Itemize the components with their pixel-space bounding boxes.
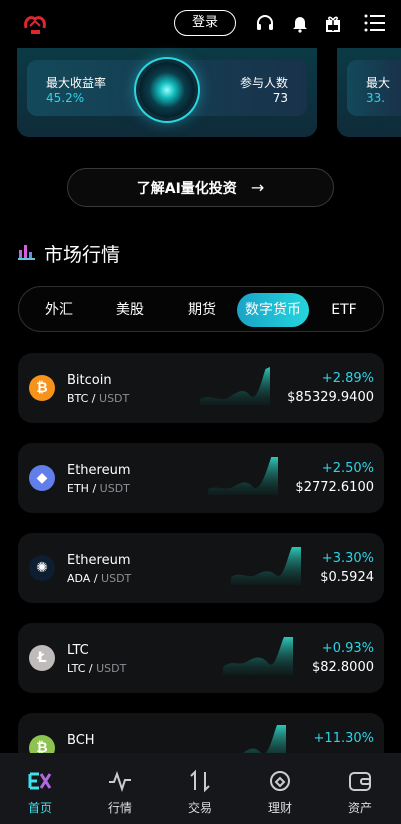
coin-change: +2.89%: [321, 371, 374, 386]
coin-quote: USDT: [96, 662, 127, 675]
arrow-right-icon: →: [250, 178, 265, 197]
ai-quant-card-next[interactable]: 最大 33.: [337, 48, 401, 137]
participants-label: 参与人数: [239, 76, 288, 90]
coin-pair: BTC / USDT: [67, 392, 130, 405]
next-label: 最大: [366, 76, 391, 90]
tab-futures[interactable]: 期货: [167, 293, 237, 327]
nav-assets[interactable]: 资产: [320, 753, 400, 824]
coin-name: LTC: [67, 643, 89, 658]
coin-base: LTC: [67, 662, 86, 675]
ethereum-icon: ◆: [29, 465, 55, 491]
coin-base: BTC: [67, 392, 89, 405]
coin-base: ETH: [67, 482, 89, 495]
nav-label: 首页: [27, 801, 52, 815]
cardano-icon: ✺: [29, 555, 55, 581]
app-logo[interactable]: [22, 12, 48, 36]
nav-label: 理财: [267, 801, 292, 815]
coin-change: +11.30%: [313, 731, 374, 746]
bottom-nav: 首页 行情 交易 理财 资产: [0, 753, 401, 824]
tab-etf[interactable]: ETF: [311, 293, 377, 327]
coin-sparkline: [223, 637, 293, 675]
coin-change: +3.30%: [321, 551, 374, 566]
coin-row[interactable]: ◆ Ethereum ETH / USDT +2.50% $2772.6100: [18, 443, 384, 513]
top-bar: 登录: [0, 0, 401, 48]
coin-name: Ethereum: [67, 463, 131, 478]
coin-name: BCH: [67, 733, 95, 748]
nav-market[interactable]: 行情: [80, 753, 160, 824]
coin-pair: ETH / USDT: [67, 482, 130, 495]
coin-quote: USDT: [99, 482, 130, 495]
coin-row[interactable]: Ł LTC LTC / USDT +0.93% $82.8000: [18, 623, 384, 693]
tab-us-stocks[interactable]: 美股: [95, 293, 165, 327]
learn-ai-label: 了解AI量化投资: [136, 181, 237, 197]
nav-finance[interactable]: 理财: [240, 753, 320, 824]
coin-change: +2.50%: [321, 461, 374, 476]
coin-price: $85329.9400: [287, 390, 374, 405]
max-return-value: 45.2%: [46, 91, 85, 105]
coin-sparkline: [208, 457, 278, 495]
coin-pair: ADA / USDT: [67, 572, 132, 585]
coin-price: $82.8000: [311, 660, 374, 675]
trade-arrows-icon: [190, 769, 210, 793]
learn-ai-button[interactable]: 了解AI量化投资 →: [67, 168, 334, 207]
coin-base: ADA: [67, 572, 91, 585]
nav-label: 行情: [107, 801, 132, 815]
finance-icon: [270, 771, 290, 791]
gift-icon[interactable]: [323, 13, 343, 33]
chart-pulse-icon: [109, 771, 131, 793]
tab-crypto[interactable]: 数字货币: [237, 293, 309, 327]
market-title: 市场行情: [44, 244, 121, 266]
litecoin-icon: Ł: [29, 645, 55, 671]
home-icon: [28, 772, 52, 790]
coin-name: Bitcoin: [67, 373, 112, 388]
max-return-label: 最大收益率: [46, 76, 107, 90]
coin-name: Ethereum: [67, 553, 131, 568]
participants-value: 73: [272, 91, 288, 105]
wallet-icon: [349, 772, 371, 791]
nav-home[interactable]: 首页: [0, 753, 80, 824]
coin-price: $0.5924: [320, 570, 374, 585]
coin-pair: LTC / USDT: [67, 662, 127, 675]
coin-price: $2772.6100: [295, 480, 374, 495]
nav-trade[interactable]: 交易: [160, 753, 240, 824]
coin-quote: USDT: [99, 392, 130, 405]
menu-icon[interactable]: [364, 13, 386, 33]
coin-row[interactable]: ✺ Ethereum ADA / USDT +3.30% $0.5924: [18, 533, 384, 603]
tab-forex[interactable]: 外汇: [25, 293, 93, 327]
ai-orb-icon: [139, 62, 195, 118]
coin-quote: USDT: [101, 572, 132, 585]
login-button[interactable]: 登录: [174, 10, 236, 36]
market-tabs: 外汇 美股 期货 数字货币 ETF: [18, 286, 384, 332]
bar-chart-icon: [18, 245, 35, 260]
next-value: 33.: [366, 91, 386, 105]
coin-sparkline: [200, 367, 270, 405]
nav-label: 交易: [187, 801, 212, 815]
coin-sparkline: [231, 547, 301, 585]
nav-label: 资产: [347, 801, 372, 815]
bell-icon[interactable]: [290, 13, 310, 33]
coin-change: +0.93%: [321, 641, 374, 656]
bitcoin-icon: ₿: [29, 375, 55, 401]
coin-row[interactable]: ₿ Bitcoin BTC / USDT +2.89% $85329.9400: [18, 353, 384, 423]
headset-icon[interactable]: [255, 13, 275, 33]
